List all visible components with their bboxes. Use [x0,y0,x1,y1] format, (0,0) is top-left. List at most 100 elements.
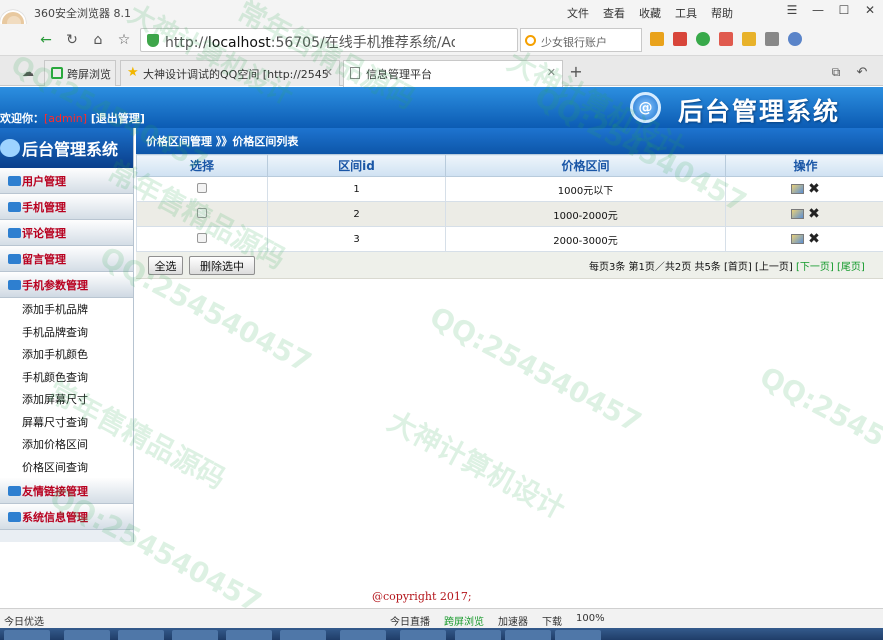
taskbar-app-icon[interactable] [226,630,272,640]
sub-item-add-screen[interactable]: 添加屏幕尺寸 [0,388,133,411]
close-tab-icon[interactable]: ✕ [547,66,556,79]
restore-tabs-icon[interactable]: ⧉ [826,62,846,82]
menu-folder-icon [8,280,21,290]
pager-last[interactable]: [尾页] [837,262,865,273]
pager-next[interactable]: [下一页] [796,262,834,273]
status-cross-screen[interactable]: 跨屏浏览 [444,613,484,628]
row-checkbox[interactable] [197,207,207,218]
tab-label: 跨屏浏览 [67,67,111,81]
delete-icon[interactable]: ✖ [808,181,820,197]
status-zoom[interactable]: 100% [576,613,605,628]
security-shield-icon [147,34,159,47]
range-cell: 1000元以下 [445,176,726,202]
sub-item-add-color[interactable]: 添加手机颜色 [0,343,133,366]
taskbar-app-icon[interactable] [400,630,446,640]
sub-item-add-price[interactable]: 添加价格区间 [0,433,133,456]
delete-icon[interactable]: ✖ [808,231,820,247]
breadcrumb: 价格区间管理 》》价格区间列表 [136,128,883,154]
translate-icon[interactable] [719,32,733,46]
tab-label: 信息管理平台 [366,68,432,81]
tab-qq-space[interactable]: ★ 大神设计调试的QQ空间 [http://2545 ✕ [120,60,340,86]
sub-item-query-screen[interactable]: 屏幕尺寸查询 [0,411,133,434]
tab-info-platform[interactable]: 信息管理平台 ✕ [343,60,563,87]
tab-cross-screen[interactable]: 跨屏浏览 [44,60,116,86]
welcome-label: 欢迎你： [0,112,44,125]
url-input[interactable]: http://localhost:56705/在线手机推荐系统/Admi [140,28,518,52]
sidebar-item-sysinfo[interactable]: 系统信息管理 [0,504,133,530]
row-checkbox[interactable] [197,182,207,193]
col-id: 区间id [267,154,446,177]
taskbar-app-icon[interactable] [455,630,501,640]
cloud-icon[interactable]: ☁ [18,62,38,82]
menu-view[interactable]: 查看 [603,5,625,21]
taskbar-app-icon[interactable] [118,630,164,640]
table-toolbar: 全选 删除选中 每页3条 第1页／共2页 共5条 [首页] [上一页] [下一页… [136,252,883,279]
edit-icon[interactable] [791,234,805,244]
close-window-icon[interactable]: ✕ [857,0,883,20]
menu-help[interactable]: 帮助 [711,5,733,21]
bookmark-icon[interactable] [673,32,687,46]
delete-selected-button[interactable]: 删除选中 [189,256,255,275]
undo-close-icon[interactable]: ↶ [852,62,872,82]
sub-item-add-brand[interactable]: 添加手机品牌 [0,298,133,321]
taskbar-app-icon[interactable] [340,630,386,640]
taskbar-app-icon[interactable] [172,630,218,640]
new-tab-icon[interactable]: + [566,61,586,81]
pagination: 每页3条 第1页／共2页 共5条 [首页] [上一页] [下一页] [尾页] [589,258,865,273]
browser-titlebar: 360安全浏览器 8.1 文件 查看 收藏 工具 帮助 ☰ — ☐ ✕ [0,0,883,24]
refresh-icon[interactable]: ↻ [62,30,82,50]
search-icon[interactable] [788,32,802,46]
sub-item-query-price[interactable]: 价格区间查询 [0,456,133,479]
sidebar-item-user[interactable]: 用户管理 [0,168,133,194]
sidebar-item-label: 系统信息管理 [22,510,88,524]
sub-item-query-color[interactable]: 手机颜色查询 [0,366,133,389]
sidebar-item-message[interactable]: 留言管理 [0,246,133,272]
phone-icon [51,67,63,79]
welcome-bar: 欢迎你：[admin] [退出管理] [0,110,145,126]
star-icon[interactable]: ☆ [114,30,134,50]
menu-favorites[interactable]: 收藏 [639,5,661,21]
sidebar-item-comment[interactable]: 评论管理 [0,220,133,246]
extension-icon[interactable] [742,32,756,46]
col-range: 价格区间 [445,154,726,177]
select-all-button[interactable]: 全选 [148,256,183,275]
delete-icon[interactable]: ✖ [808,206,820,222]
row-checkbox[interactable] [197,232,207,243]
maximize-icon[interactable]: ☐ [831,0,857,20]
pager-first[interactable]: [首页] [724,262,752,273]
taskbar-app-icon[interactable] [505,630,551,640]
edit-icon[interactable] [791,209,805,219]
back-icon[interactable]: ← [36,30,56,50]
browser-menu: 文件 查看 收藏 工具 帮助 [567,5,733,21]
menu-tools[interactable]: 工具 [675,5,697,21]
status-live[interactable]: 今日直播 [390,613,430,628]
pager-prev[interactable]: [上一页] [755,262,793,273]
table-row: 2 1000-2000元 ✖ [136,201,883,227]
home-icon[interactable]: ⌂ [88,30,108,50]
sidebar-item-label: 手机参数管理 [22,278,88,292]
sidebar-item-phone-params[interactable]: 手机参数管理 [0,272,133,298]
copyright: @copyright 2017; [372,590,472,603]
search-input[interactable]: 少女银行账户 [520,28,642,52]
pin-icon[interactable]: ☰ [779,0,805,20]
minimize-icon[interactable]: — [805,0,831,20]
status-left[interactable]: 今日优选 [4,613,44,628]
logout-link[interactable]: [退出管理] [91,112,145,125]
status-download[interactable]: 下载 [542,613,562,628]
taskbar-app-icon[interactable] [555,630,601,640]
taskbar-app-icon[interactable] [4,630,50,640]
close-tab-icon[interactable]: ✕ [324,66,333,79]
qq-star-icon: ★ [127,65,139,80]
sidebar-item-phone[interactable]: 手机管理 [0,194,133,220]
taskbar-app-icon[interactable] [64,630,110,640]
sub-item-query-brand[interactable]: 手机品牌查询 [0,321,133,344]
col-select: 选择 [136,154,268,177]
safety-icon[interactable] [696,32,710,46]
sidebar-item-links[interactable]: 友情链接管理 [0,478,133,504]
taskbar-app-icon[interactable] [280,630,326,640]
edit-icon[interactable] [791,184,805,194]
status-accelerator[interactable]: 加速器 [498,613,528,628]
apps-icon[interactable] [650,32,664,46]
menu-file[interactable]: 文件 [567,5,589,21]
game-icon[interactable] [765,32,779,46]
